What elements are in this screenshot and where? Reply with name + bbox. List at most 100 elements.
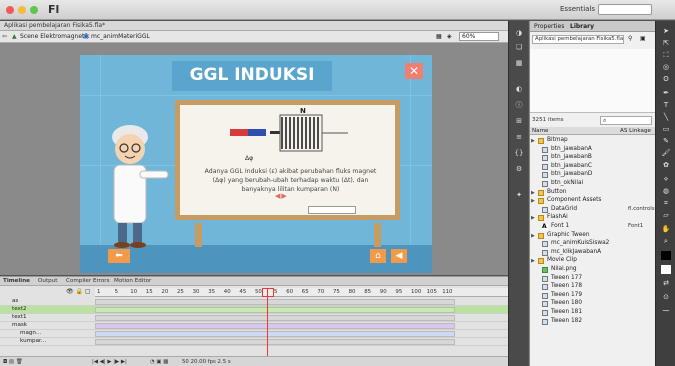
lasso-icon[interactable]: ʘ [661,75,671,84]
eraser-icon[interactable]: ▱ [661,211,671,220]
expand-triangle-icon[interactable]: ▶ [531,258,535,264]
pencil-tool-icon[interactable]: ✎ [661,137,671,146]
library-item[interactable]: btn_jawabanC [530,163,656,171]
layer-row[interactable]: as [0,298,508,306]
zoom-window-button[interactable] [30,6,38,14]
library-item[interactable]: ▶ Bitmap [530,137,656,145]
library-item[interactable]: ▶ Component Assets [530,197,656,205]
layer-row[interactable]: magn... [0,330,508,338]
library-item[interactable]: Tween 181 [530,309,656,317]
library-item[interactable]: Tween 179 [530,292,656,300]
layer-name[interactable]: kumpar... [20,338,46,344]
close-button[interactable]: ✕ [405,63,423,79]
layer-name[interactable]: as [12,298,18,304]
layer-visibility-header-icon[interactable]: 👁 🔒 ▢ [66,288,91,295]
3d-rotation-icon[interactable]: ◎ [661,63,671,72]
expand-triangle-icon[interactable]: ▶ [531,138,535,144]
bone-tool-icon[interactable]: ⟡ [661,175,671,184]
paint-bucket-icon[interactable]: ◍ [661,187,671,196]
library-document-select[interactable]: Aplikasi pembelajaran Fisika5.fla [532,35,624,44]
library-item[interactable]: Tween 182 [530,318,656,326]
fill-color-swatch[interactable]: ■ [661,265,671,274]
frame-ruler[interactable]: 1 5 10 15 20 25 30 35 40 45 50 55 60 65 70 75 80 85 90 95 10… [95,288,508,297]
library-item[interactable]: ▶ Button [530,189,656,197]
expand-triangle-icon[interactable]: ▶ [531,233,535,239]
library-item[interactable]: Tween 180 [530,300,656,308]
layer-row[interactable]: mask [0,322,508,330]
tab-properties[interactable]: Properties [534,23,564,30]
library-item[interactable]: btn_jawabanB [530,154,656,162]
rectangle-tool-icon[interactable]: ▭ [661,125,671,134]
layer-frames[interactable] [95,307,455,313]
color-panel-icon[interactable]: ◐ [514,85,524,94]
board-input-box[interactable] [308,206,356,214]
swatches-panel-icon[interactable]: ▦ [514,59,524,68]
layer-row[interactable]: kumpar... [0,338,508,346]
line-tool-icon[interactable]: ╲ [661,113,671,122]
stroke-color-swatch[interactable]: ■ [661,251,671,260]
expand-triangle-icon[interactable]: ▶ [531,215,535,221]
layer-frames[interactable] [95,323,455,329]
library-item[interactable]: mc_animKuisSiswa2 [530,240,656,248]
tab-output[interactable]: Output [38,278,57,284]
library-item[interactable]: ▶ FlashAi [530,214,656,222]
zoom-select[interactable]: 60% [459,32,499,41]
onion-skin-icon[interactable]: ◔ ▣ ▦ [150,359,168,365]
breadcrumb-scene[interactable]: Scene Elektromagnetik [20,33,90,40]
column-linkage[interactable]: AS Linkage [620,128,651,134]
expand-triangle-icon[interactable]: ▶ [531,190,535,196]
eyedropper-icon[interactable]: ⌗ [661,199,671,208]
library-item[interactable]: Tween 178 [530,283,656,291]
library-item[interactable]: Tween 177 [530,275,656,283]
library-item[interactable]: ▶ Movie Clip [530,257,656,265]
layer-name[interactable]: text1 [12,314,27,320]
playback-controls-icon[interactable]: |◀ ◀| ▶ |▶ ▶| [92,359,127,365]
minimize-window-button[interactable] [18,6,26,14]
layer-frames[interactable] [95,315,455,321]
motion-presets-icon[interactable]: ✦ [514,191,524,200]
hand-tool-icon[interactable]: ✋ [661,225,671,234]
column-name[interactable]: Name [532,128,549,134]
library-item[interactable]: mc_klikJawabanA [530,249,656,257]
layer-name[interactable]: magn... [20,330,41,336]
new-library-icon[interactable]: ▣ [640,35,646,42]
pin-icon[interactable]: ⚲ [628,35,632,42]
zoom-tool-icon[interactable]: ⌕ [661,237,671,246]
text-tool-icon[interactable]: T [661,101,671,110]
layer-frames[interactable] [95,339,455,345]
library-panel-icon[interactable]: ❏ [514,43,524,52]
layer-frames[interactable] [95,299,455,305]
document-tab[interactable]: Aplikasi pembelajaran Fisika5.fla* [0,21,508,31]
layer-name[interactable]: mask [12,322,27,328]
info-panel-icon[interactable]: ⓘ [514,101,524,110]
tab-motion-editor[interactable]: Motion Editor [114,278,151,284]
library-item[interactable]: Nilai.png [530,266,656,274]
edit-scene-icon[interactable]: ▦ [436,33,442,40]
snap-to-objects-icon[interactable]: ⊙ [661,293,671,302]
components-panel-icon[interactable]: ⚙ [514,165,524,174]
pen-tool-icon[interactable]: ✒ [661,89,671,98]
properties-panel-icon[interactable]: ◑ [514,29,524,38]
edit-symbol-icon[interactable]: ◈ [447,33,452,40]
layer-name[interactable]: text2 [12,306,27,312]
tab-library[interactable]: Library [570,23,594,30]
help-search-input[interactable] [598,4,652,15]
deco-tool-icon[interactable]: ✿ [661,161,671,170]
library-item[interactable]: btn_okNilai [530,180,656,188]
transform-panel-icon[interactable]: ⊞ [514,117,524,126]
new-layer-icon[interactable]: ◘ ▤ 🗑 [3,359,23,365]
back-arrow-icon[interactable]: ⇦ [2,33,7,40]
subselection-tool-icon[interactable]: ⇱ [661,39,671,48]
library-search-input[interactable]: ⌕ [600,116,652,125]
library-item[interactable]: A Font 1 Font1 [530,223,656,231]
tab-compiler-errors[interactable]: Compiler Errors [66,278,110,284]
selection-tool-icon[interactable]: ➤ [661,27,671,36]
playhead-marker[interactable] [262,288,274,297]
smooth-icon[interactable]: ⁓ [661,307,671,316]
expand-triangle-icon[interactable]: ▶ [531,198,535,204]
sound-button[interactable]: ◀ [391,249,407,263]
playhead[interactable] [267,288,268,364]
layer-frames[interactable] [95,331,455,337]
board-nav-arrows[interactable]: ◀▶ [275,192,288,200]
library-item[interactable]: btn_jawabanD [530,171,656,179]
